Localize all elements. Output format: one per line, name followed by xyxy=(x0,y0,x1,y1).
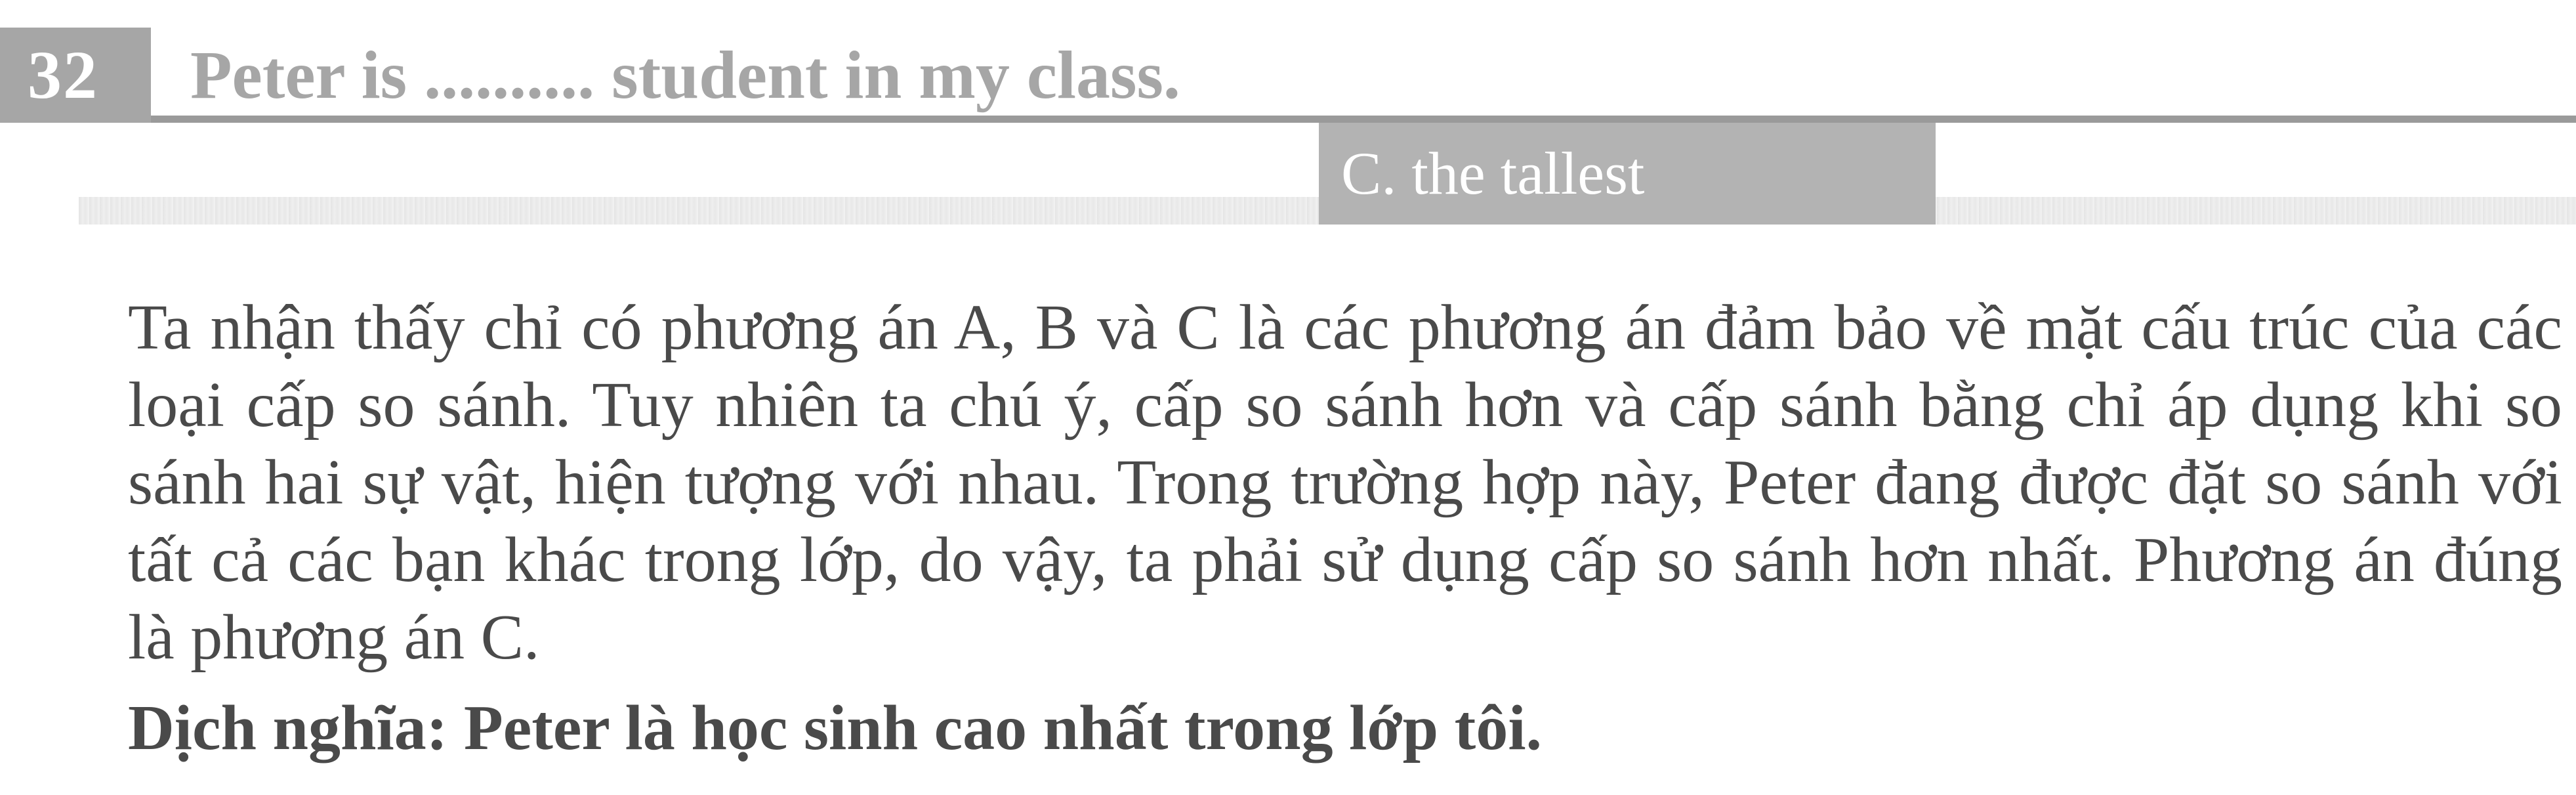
question-number: 32 xyxy=(0,28,151,123)
translation-text: Dịch nghĩa: Peter là học sinh cao nhất t… xyxy=(128,693,1543,763)
answer-label: C. the tallest xyxy=(1319,123,1936,225)
question-text: Peter is .......... student in my class. xyxy=(190,37,1180,113)
question-divider xyxy=(151,116,2576,123)
explanation-paragraph: Ta nhận thấy chỉ có phương án A, B và C … xyxy=(128,292,2562,673)
